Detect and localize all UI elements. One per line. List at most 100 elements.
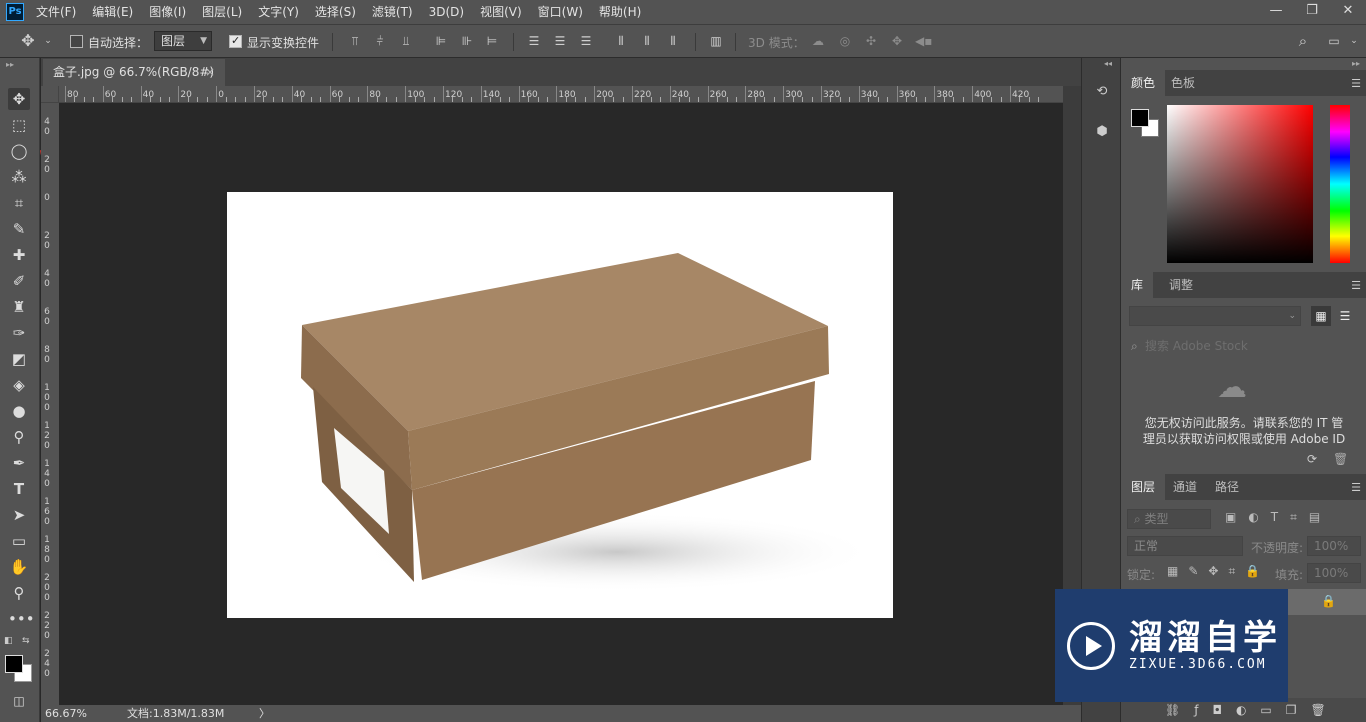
- grid-view-icon[interactable]: ▦: [1311, 306, 1331, 326]
- auto-select-checkbox[interactable]: [70, 35, 83, 48]
- align-right-icon[interactable]: ⊨: [484, 33, 500, 49]
- menu-help[interactable]: 帮助(H): [591, 0, 649, 24]
- menu-view[interactable]: 视图(V): [472, 0, 530, 24]
- show-transform-checkbox[interactable]: [229, 34, 242, 48]
- tab-libraries[interactable]: 库: [1121, 272, 1154, 298]
- ruler-corner[interactable]: [41, 86, 59, 103]
- type-tool-icon[interactable]: T: [8, 478, 30, 500]
- move-tool-icon[interactable]: ✥: [20, 33, 36, 49]
- align-top-icon[interactable]: ⫪: [347, 33, 363, 49]
- collapse-panel-icon[interactable]: ▸▸: [6, 60, 14, 69]
- zoom-tool-icon[interactable]: ⚲: [8, 582, 30, 604]
- zoom-level[interactable]: 66.67%: [45, 705, 87, 722]
- slide-3d-icon[interactable]: ✥: [889, 33, 905, 49]
- list-view-icon[interactable]: ☰: [1335, 306, 1355, 326]
- distribute-right-icon[interactable]: ⦀: [665, 33, 681, 49]
- more-tools-icon[interactable]: •••: [8, 608, 35, 630]
- align-bottom-icon[interactable]: ⫫: [398, 33, 414, 49]
- layer-filter-select[interactable]: ⌕ 类型: [1127, 509, 1211, 529]
- hand-tool-icon[interactable]: ✋: [8, 556, 30, 578]
- document-tab[interactable]: 盒子.jpg @ 66.7%(RGB/8#) ×: [43, 59, 225, 86]
- distribute-hcenter-icon[interactable]: ⦀: [639, 33, 655, 49]
- fill-input[interactable]: 100%: [1307, 563, 1361, 583]
- swap-colors-icon[interactable]: ⇆: [22, 636, 30, 646]
- menu-window[interactable]: 窗口(W): [530, 0, 591, 24]
- orbit-3d-icon[interactable]: ☁: [810, 33, 826, 49]
- panel-menu-icon[interactable]: ☰: [1351, 77, 1361, 90]
- document-image[interactable]: [227, 192, 893, 618]
- menu-layer[interactable]: 图层(L): [194, 0, 250, 24]
- lasso-tool-icon[interactable]: ◯: [8, 140, 30, 162]
- panel-menu-icon[interactable]: ☰: [1351, 481, 1361, 494]
- menu-filter[interactable]: 滤镜(T): [364, 0, 421, 24]
- pen-tool-icon[interactable]: ✒: [8, 452, 30, 474]
- 3d-panel-icon[interactable]: ⬢: [1092, 122, 1112, 142]
- distribute-left-icon[interactable]: ⦀: [613, 33, 629, 49]
- layer-filter-icons[interactable]: ▣◐T⌗▤: [1225, 510, 1332, 525]
- workspace-icon[interactable]: ▭: [1326, 33, 1342, 49]
- rectangle-tool-icon[interactable]: ▭: [8, 530, 30, 552]
- tab-adjustments[interactable]: 调整: [1159, 272, 1203, 298]
- healing-brush-icon[interactable]: ✚: [8, 244, 30, 266]
- menu-3d[interactable]: 3D(D): [421, 0, 472, 24]
- close-window-button[interactable]: ✕: [1330, 0, 1366, 24]
- tab-channels[interactable]: 通道: [1163, 474, 1207, 500]
- restore-button[interactable]: ❐: [1294, 0, 1330, 24]
- dodge-tool-icon[interactable]: ⚲: [8, 426, 30, 448]
- collapse-icon[interactable]: ◂◂: [1104, 59, 1112, 68]
- align-left-icon[interactable]: ⊫: [433, 33, 449, 49]
- magic-wand-icon[interactable]: ⁂: [8, 166, 30, 188]
- tab-swatches[interactable]: 色板: [1161, 70, 1205, 96]
- collapse-icon[interactable]: ▸▸: [1352, 59, 1360, 68]
- color-picker-field[interactable]: [1167, 105, 1313, 263]
- path-selection-icon[interactable]: ➤: [8, 504, 30, 526]
- distribute-bottom-icon[interactable]: ☰: [578, 33, 594, 49]
- clone-stamp-icon[interactable]: ♜: [8, 296, 30, 318]
- stock-search-input[interactable]: ⌕ 搜索 Adobe Stock: [1127, 336, 1361, 356]
- paint-bucket-icon[interactable]: ◈: [8, 374, 30, 396]
- library-select[interactable]: ⌄: [1129, 306, 1301, 326]
- blend-mode-select[interactable]: 正常: [1127, 536, 1243, 556]
- distribute-vcenter-icon[interactable]: ☰: [552, 33, 568, 49]
- default-colors-icon[interactable]: ◧: [4, 636, 13, 646]
- horizontal-ruler[interactable]: 80 60 40 20 0 20 40 60 80 100 120 140 160 180 200 220 24…: [59, 86, 1063, 103]
- history-panel-icon[interactable]: ⟲: [1092, 82, 1112, 102]
- menu-image[interactable]: 图像(I): [141, 0, 194, 24]
- quick-mask-icon[interactable]: ◫: [8, 690, 30, 712]
- tab-color[interactable]: 颜色: [1121, 70, 1166, 96]
- close-icon[interactable]: ×: [205, 59, 215, 86]
- vertical-ruler[interactable]: 4020020406080100120140160180200220240: [41, 103, 59, 705]
- cc-sync-icon[interactable]: ⟳: [1307, 452, 1317, 466]
- menu-file[interactable]: 文件(F): [28, 0, 84, 24]
- search-icon[interactable]: ⌕: [1295, 33, 1311, 49]
- crop-tool-icon[interactable]: ⌗: [8, 192, 30, 214]
- auto-select-target-select[interactable]: 图层 ▼: [154, 31, 212, 51]
- lock-icons[interactable]: ▦✎✥⌗🔒: [1167, 564, 1270, 579]
- eraser-tool-icon[interactable]: ◩: [8, 348, 30, 370]
- align-vcenter-icon[interactable]: ⫩: [372, 33, 388, 49]
- minimize-button[interactable]: —: [1258, 0, 1294, 24]
- menu-type[interactable]: 文字(Y): [250, 0, 307, 24]
- status-menu-arrow[interactable]: 〉: [259, 705, 270, 722]
- marquee-tool-icon[interactable]: ⬚: [8, 114, 30, 136]
- auto-align-icon[interactable]: ▥: [708, 33, 724, 49]
- eyedropper-icon[interactable]: ✎: [8, 218, 30, 240]
- history-brush-icon[interactable]: ✑: [8, 322, 30, 344]
- pan-3d-icon[interactable]: ✣: [863, 33, 879, 49]
- menu-select[interactable]: 选择(S): [307, 0, 364, 24]
- scale-3d-icon[interactable]: ◀▪: [915, 33, 932, 49]
- hue-slider[interactable]: [1330, 105, 1350, 263]
- workspace-chevron-icon[interactable]: ⌄: [1346, 33, 1362, 49]
- move-tool-icon[interactable]: ✥: [8, 88, 30, 110]
- distribute-top-icon[interactable]: ☰: [526, 33, 542, 49]
- opacity-input[interactable]: 100%: [1307, 536, 1361, 556]
- menu-edit[interactable]: 编辑(E): [84, 0, 141, 24]
- blur-tool-icon[interactable]: ●: [8, 400, 30, 422]
- brush-tool-icon[interactable]: ✐: [8, 270, 30, 292]
- foreground-color-swatch[interactable]: [5, 655, 23, 673]
- tool-preset-chevron-icon[interactable]: ⌄: [40, 33, 56, 49]
- align-hcenter-icon[interactable]: ⊪: [459, 33, 475, 49]
- tab-paths[interactable]: 路径: [1205, 474, 1249, 500]
- roll-3d-icon[interactable]: ◎: [837, 33, 853, 49]
- foreground-color-swatch[interactable]: [1131, 109, 1149, 127]
